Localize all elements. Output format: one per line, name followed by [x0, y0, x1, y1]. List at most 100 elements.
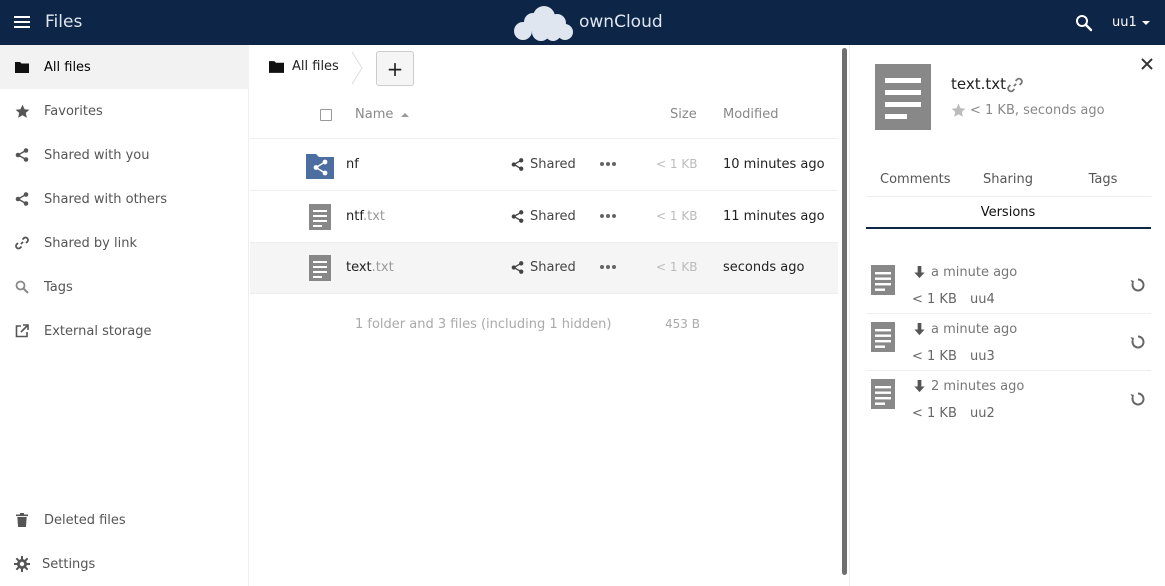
files-summary-size: 453 B [665, 317, 700, 331]
text-file-icon [309, 255, 331, 281]
share-icon [14, 147, 30, 163]
details-panel: text.txt < 1 KB, seconds ago Comments Sh… [849, 45, 1165, 586]
version-user: uu4 [970, 292, 995, 307]
column-name-header[interactable]: Name [355, 107, 410, 122]
share-button[interactable]: Shared [511, 209, 576, 224]
file-name[interactable]: ntf.txt [346, 209, 385, 224]
sidebar-item-all-files[interactable]: All files [0, 45, 249, 89]
trash-icon [14, 512, 30, 528]
share-button[interactable]: Shared [511, 157, 576, 172]
table-row[interactable]: ntf.txt Shared < 1 KB 11 minutes ago [250, 192, 838, 243]
restore-icon[interactable] [1130, 334, 1146, 350]
file-name[interactable]: text.txt [346, 260, 394, 275]
select-all-checkbox[interactable] [320, 109, 332, 121]
plus-icon: + [386, 56, 404, 81]
download-icon [914, 266, 925, 279]
tab-tags[interactable]: Tags [1073, 172, 1133, 187]
link-icon [14, 235, 30, 251]
version-user: uu2 [970, 406, 995, 421]
details-file-meta: < 1 KB, seconds ago [970, 103, 1105, 118]
sidebar-item-label: Shared by link [44, 235, 137, 251]
gear-icon [14, 556, 30, 572]
search-icon [14, 279, 30, 295]
column-size-header[interactable]: Size [670, 107, 697, 122]
sidebar-item-label: Tags [44, 279, 73, 295]
new-file-button[interactable]: + [376, 51, 414, 86]
version-item: a minute ago < 1 KB uu3 [866, 314, 1151, 371]
column-modified-header[interactable]: Modified [723, 107, 778, 122]
brand-name: ownCloud [579, 12, 663, 32]
shared-folder-icon [306, 154, 334, 179]
folder-icon [269, 61, 284, 73]
tab-divider [866, 196, 1151, 197]
user-name: uu1 [1112, 15, 1137, 30]
caret-down-icon [1141, 20, 1150, 25]
sidebar-item-label: Favorites [44, 103, 103, 119]
table-row[interactable]: nf Shared < 1 KB 10 minutes ago [250, 140, 838, 191]
version-item: a minute ago < 1 KB uu4 [866, 257, 1151, 314]
star-icon[interactable] [951, 103, 966, 118]
sidebar: All files Favorites Shared with you Shar… [0, 45, 249, 586]
share-icon [511, 158, 524, 171]
sidebar-item-deleted-files[interactable]: Deleted files [0, 498, 249, 542]
breadcrumb-label: All files [292, 59, 339, 74]
breadcrumb-home[interactable]: All files [269, 59, 339, 74]
restore-icon[interactable] [1130, 391, 1146, 407]
share-label: Shared [530, 209, 576, 224]
file-extension: .txt [362, 209, 385, 224]
sidebar-item-label: Deleted files [44, 512, 126, 528]
star-icon [14, 103, 30, 119]
sidebar-item-shared-with-you[interactable]: Shared with you [0, 133, 249, 177]
sidebar-item-external-storage[interactable]: External storage [0, 309, 249, 353]
table-row-selected[interactable]: text.txt Shared < 1 KB seconds ago [250, 243, 838, 294]
share-icon [511, 210, 524, 223]
file-basename: text [346, 260, 372, 275]
sidebar-item-shared-by-link[interactable]: Shared by link [0, 221, 249, 265]
file-name[interactable]: nf [346, 157, 359, 172]
search-icon[interactable] [1075, 14, 1093, 32]
more-actions-icon[interactable] [600, 214, 618, 218]
tab-sharing[interactable]: Sharing [974, 172, 1042, 187]
download-icon [914, 380, 925, 393]
column-label: Name [355, 107, 394, 122]
download-version-link[interactable]: a minute ago [913, 265, 1017, 280]
close-icon[interactable] [1140, 57, 1154, 71]
file-basename: nf [346, 157, 359, 172]
sidebar-item-favorites[interactable]: Favorites [0, 89, 249, 133]
sidebar-item-tags[interactable]: Tags [0, 265, 249, 309]
download-version-link[interactable]: 2 minutes ago [913, 379, 1024, 394]
table-header: Name Size Modified [250, 91, 838, 139]
file-modified: seconds ago [723, 260, 805, 275]
file-modified: 10 minutes ago [723, 157, 825, 172]
file-modified: 11 minutes ago [723, 209, 825, 224]
share-icon [511, 261, 524, 274]
more-actions-icon[interactable] [600, 162, 618, 166]
version-time: a minute ago [931, 322, 1018, 337]
more-actions-icon[interactable] [600, 265, 618, 269]
sidebar-item-label: Shared with you [44, 147, 150, 163]
file-size: < 1 KB [656, 209, 698, 223]
menu-icon[interactable] [14, 16, 30, 30]
top-header: Files ownCloud uu1 [0, 0, 1165, 45]
tab-versions[interactable]: Versions [976, 205, 1040, 220]
share-icon [14, 191, 30, 207]
share-label: Shared [530, 260, 576, 275]
active-tab-underline [866, 227, 1151, 229]
sidebar-item-settings[interactable]: Settings [0, 542, 249, 586]
share-label: Shared [530, 157, 576, 172]
sidebar-item-shared-with-others[interactable]: Shared with others [0, 177, 249, 221]
version-size: < 1 KB [912, 292, 957, 307]
sidebar-item-label: External storage [44, 323, 152, 339]
tab-comments[interactable]: Comments [880, 172, 950, 187]
file-extension: .txt [371, 260, 394, 275]
download-version-link[interactable]: a minute ago [913, 322, 1017, 337]
share-button[interactable]: Shared [511, 260, 576, 275]
sidebar-item-label: Shared with others [44, 191, 168, 207]
restore-icon[interactable] [1130, 277, 1146, 293]
user-menu[interactable]: uu1 [1112, 15, 1150, 30]
text-file-icon [871, 322, 895, 352]
app-title[interactable]: Files [45, 12, 82, 32]
link-icon[interactable] [1007, 77, 1023, 93]
scrollbar[interactable] [842, 48, 847, 575]
owncloud-logo-icon[interactable] [511, 5, 575, 41]
